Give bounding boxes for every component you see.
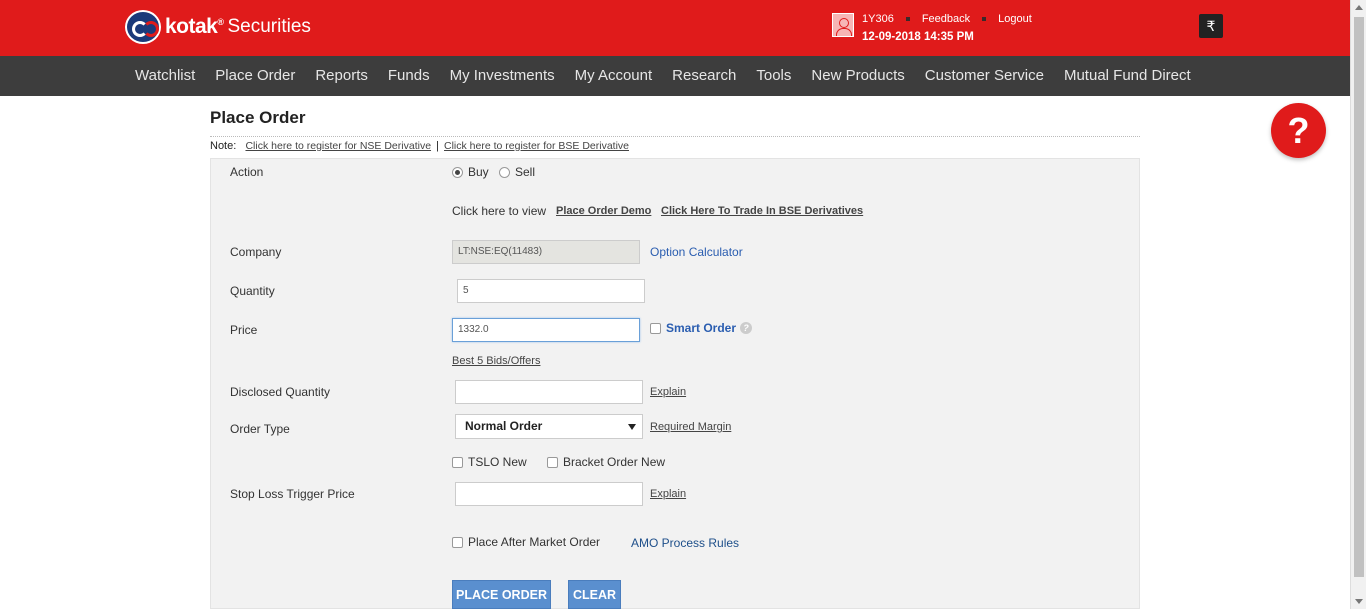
note-separator: | [436,140,439,152]
logo-text: kotak® [165,15,224,38]
sell-option[interactable]: Sell [499,165,535,179]
quantity-input[interactable]: 5 [457,279,645,303]
quantity-label: Quantity [230,284,275,298]
nav-funds[interactable]: Funds [378,56,440,96]
order-type-value: Normal Order [465,419,543,433]
amo-label: Place After Market Order [468,535,601,549]
nav-reports[interactable]: Reports [305,56,378,96]
amo-rules-link[interactable]: AMO Process Rules [631,536,739,550]
separator-dot [905,17,910,21]
current-datetime: 12-09-2018 14:35 PM [862,31,974,43]
order-type-label: Order Type [230,422,290,436]
disclosed-explain-link[interactable]: Explain [650,386,686,398]
stoploss-explain-link[interactable]: Explain [650,488,686,500]
bracket-label: Bracket Order New [563,455,666,469]
buy-option[interactable]: Buy [452,165,489,179]
company-label: Company [230,245,282,259]
tslo-checkbox[interactable] [452,456,463,468]
smart-order-checkbox[interactable] [650,322,661,334]
nav-my-investments[interactable]: My Investments [440,56,565,96]
logo-subtitle: Securities [227,16,311,37]
amo-option[interactable]: Place After Market Order [452,535,600,549]
nav-watchlist[interactable]: Watchlist [125,56,205,96]
logo-registered-mark: ® [217,17,224,27]
disclosed-quantity-label: Disclosed Quantity [230,385,331,399]
smart-order-option[interactable]: Smart Order? [650,321,753,335]
amo-checkbox[interactable] [452,536,463,548]
stoploss-input[interactable] [455,482,643,506]
tslo-option[interactable]: TSLO New [452,455,527,469]
kotak-logo-icon [125,10,161,44]
sell-radio[interactable] [499,166,510,178]
nse-register-link[interactable]: Click here to register for NSE Derivativ… [245,140,431,152]
help-icon[interactable]: ? [1271,103,1326,158]
place-order-button[interactable]: PLACE ORDER [452,580,551,609]
smart-order-help-icon[interactable]: ? [740,322,753,334]
separator-dot [982,17,987,21]
user-links: 1Y306 Feedback Logout [862,13,1032,25]
scroll-down-icon[interactable] [1355,599,1363,604]
bse-trade-link[interactable]: Click Here To Trade In BSE Derivatives [661,205,863,217]
required-margin-link[interactable]: Required Margin [650,421,731,433]
feedback-link[interactable]: Feedback [922,13,970,25]
best-bids-link[interactable]: Best 5 Bids/Offers [452,355,540,367]
price-label: Price [230,323,258,337]
nav-customer-service[interactable]: Customer Service [915,56,1054,96]
top-header: kotak® Securities 1Y306 Feedback Logout … [0,0,1350,56]
smart-order-label[interactable]: Smart Order [666,321,736,335]
option-calculator-link[interactable]: Option Calculator [650,245,743,259]
bracket-option[interactable]: Bracket Order New [547,455,665,469]
place-order-demo-link[interactable]: Place Order Demo [556,205,651,217]
title-divider [210,136,1140,137]
page-scrollbar[interactable] [1350,0,1366,609]
bracket-checkbox[interactable] [547,456,558,468]
view-text: Click here to view [452,204,547,218]
bse-register-link[interactable]: Click here to register for BSE Derivativ… [444,140,629,152]
buy-label: Buy [468,165,489,179]
company-field: LT:NSE:EQ(11483) [452,240,640,264]
nav-new-products[interactable]: New Products [801,56,914,96]
logout-link[interactable]: Logout [998,13,1032,25]
scroll-up-icon[interactable] [1355,5,1363,10]
page-title: Place Order [210,108,306,127]
nav-tools[interactable]: Tools [746,56,801,96]
chevron-down-icon [628,424,636,430]
rupee-refresh-icon[interactable]: ₹ [1199,14,1223,38]
disclosed-quantity-input[interactable] [455,380,643,404]
nav-mutual-fund-direct[interactable]: Mutual Fund Direct [1054,56,1201,96]
price-input[interactable]: 1332.0 [452,318,640,342]
user-id[interactable]: 1Y306 [862,13,894,25]
sell-label: Sell [515,165,536,179]
action-label: Action [230,165,264,179]
main-nav: Watchlist Place Order Reports Funds My I… [0,56,1350,96]
note: Note: Click here to register for NSE Der… [210,140,629,152]
nav-place-order[interactable]: Place Order [205,56,305,96]
user-avatar-icon[interactable] [832,13,854,37]
buy-radio[interactable] [452,166,463,178]
note-label: Note: [210,140,237,152]
scrollbar-thumb[interactable] [1354,17,1364,577]
nav-my-account[interactable]: My Account [565,56,663,96]
tslo-label: TSLO New [468,455,527,469]
nav-research[interactable]: Research [662,56,746,96]
clear-button[interactable]: CLEAR [568,580,621,609]
kotak-logo[interactable]: kotak® Securities [125,10,311,44]
stoploss-label: Stop Loss Trigger Price [230,487,355,501]
order-type-select[interactable]: Normal Order [455,414,643,439]
